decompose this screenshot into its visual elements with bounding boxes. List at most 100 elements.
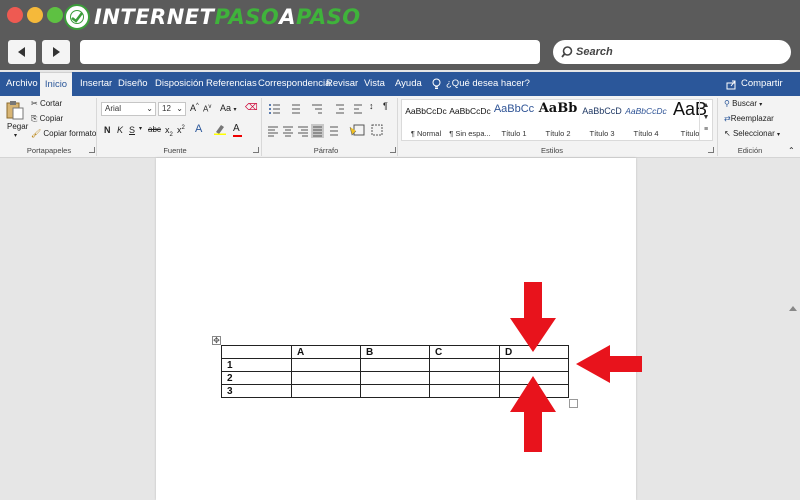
- paste-button[interactable]: Pegar ▾: [6, 100, 28, 140]
- ribbon-home: Pegar ▾ ✂ Cortar ⎘ Copiar 🖌 Copiar forma…: [0, 96, 800, 158]
- forward-button[interactable]: [42, 40, 70, 64]
- chevron-down-icon: ⌄: [176, 104, 183, 113]
- table-resize-handle[interactable]: [569, 399, 578, 408]
- tab-disposicion[interactable]: Disposición: [155, 72, 204, 96]
- clipboard-launcher[interactable]: [89, 147, 95, 153]
- styles-launcher[interactable]: [708, 147, 714, 153]
- font-name-value: Arial: [105, 104, 122, 113]
- tab-revisar[interactable]: Revisar: [326, 72, 358, 96]
- share-button[interactable]: Compartir: [726, 72, 783, 96]
- change-case-button[interactable]: Aa ▾: [220, 103, 237, 113]
- font-launcher[interactable]: [253, 147, 259, 153]
- style-heading2[interactable]: AaBb Título 2: [536, 100, 580, 142]
- table-cell[interactable]: C: [429, 345, 500, 359]
- table-cell[interactable]: 1: [221, 358, 292, 372]
- style-preview: AaBbCc: [493, 103, 535, 115]
- subscript-button[interactable]: x2: [165, 125, 173, 138]
- font-color-button[interactable]: A: [233, 123, 242, 137]
- style-name: Título 2: [545, 129, 571, 138]
- grow-font-button[interactable]: A^: [190, 103, 199, 113]
- font-name-select[interactable]: Arial ⌄: [101, 102, 156, 116]
- search-label: Search: [576, 46, 613, 58]
- table-cell[interactable]: [291, 371, 361, 385]
- back-button[interactable]: [8, 40, 36, 64]
- close-window-button[interactable]: [7, 7, 23, 23]
- tab-insertar[interactable]: Insertar: [80, 72, 112, 96]
- underline-button[interactable]: S: [129, 125, 135, 135]
- style-name: ¶ Normal: [410, 129, 442, 138]
- tab-diseno[interactable]: Diseño: [118, 72, 148, 96]
- paste-dropdown-icon: ▾: [14, 133, 18, 139]
- bold-button[interactable]: N: [104, 125, 111, 135]
- tab-vista[interactable]: Vista: [364, 72, 385, 96]
- style-heading1[interactable]: AaBbCc Título 1: [492, 100, 536, 142]
- table-cell[interactable]: [429, 384, 500, 398]
- shrink-font-button[interactable]: Av: [203, 104, 211, 114]
- italic-button[interactable]: K: [117, 125, 123, 135]
- maximize-window-button[interactable]: [47, 7, 63, 23]
- ribbon-separator: [397, 98, 398, 156]
- tab-archivo[interactable]: Archivo: [6, 72, 38, 96]
- table-cell[interactable]: [429, 371, 500, 385]
- logo-text-paso1: PASO: [214, 5, 280, 29]
- tab-correspondencia[interactable]: Correspondencia: [258, 72, 330, 96]
- style-preview: AaBbCcDc: [625, 106, 667, 116]
- table-cell[interactable]: 2: [221, 371, 292, 385]
- table-cell[interactable]: [291, 358, 361, 372]
- style-heading4[interactable]: AaBbCcDc Título 4: [624, 100, 668, 142]
- search-box[interactable]: Search: [553, 40, 791, 64]
- select-button[interactable]: ↖ Seleccionar ▾: [724, 129, 780, 138]
- underline-dropdown-icon[interactable]: ▾: [139, 125, 142, 132]
- table-cell[interactable]: [499, 358, 569, 372]
- document-page[interactable]: [156, 158, 636, 500]
- cut-button[interactable]: ✂ Cortar: [31, 99, 62, 108]
- copy-button[interactable]: ⎘ Copiar: [31, 114, 63, 124]
- scroll-up-icon[interactable]: [789, 306, 797, 311]
- table-cell[interactable]: [360, 358, 430, 372]
- table-cell[interactable]: A: [291, 345, 361, 359]
- style-normal[interactable]: AaBbCcDc ¶ Normal: [404, 100, 448, 142]
- cursor-icon: ↖: [724, 129, 731, 138]
- text-effects-icon[interactable]: A: [195, 123, 202, 135]
- table-cell[interactable]: [221, 345, 292, 359]
- table-move-handle-icon[interactable]: ✥: [212, 336, 221, 345]
- font-color-icon: A: [233, 123, 240, 134]
- format-painter-label: Copiar formato: [43, 129, 97, 138]
- tell-me-box[interactable]: ¿Qué desea hacer?: [432, 72, 530, 96]
- clear-format-icon[interactable]: ⌫: [245, 102, 258, 113]
- superscript-button[interactable]: x2: [177, 125, 185, 135]
- highlight-color-button[interactable]: [214, 123, 226, 137]
- styles-scroll[interactable]: ▲ ▼ ≡: [699, 100, 712, 140]
- vertical-scrollbar[interactable]: [787, 158, 800, 500]
- tab-referencias[interactable]: Referencias: [206, 72, 257, 96]
- search-icon: [561, 46, 573, 58]
- table-cell[interactable]: [360, 371, 430, 385]
- url-input[interactable]: [80, 40, 540, 64]
- clipboard-group-label: Portapapeles: [26, 146, 72, 155]
- document-area: [0, 158, 800, 500]
- paragraph-launcher[interactable]: [390, 147, 396, 153]
- sort-icon[interactable]: ↕: [369, 101, 374, 111]
- arrow-left-icon: [18, 47, 25, 57]
- tell-me-label: ¿Qué desea hacer?: [446, 78, 530, 89]
- minimize-window-button[interactable]: [27, 7, 43, 23]
- tab-ayuda[interactable]: Ayuda: [395, 72, 422, 96]
- find-button[interactable]: ⚲ Buscar ▾: [724, 99, 762, 108]
- ribbon-separator: [717, 98, 718, 156]
- show-formatting-button[interactable]: ¶: [383, 101, 388, 111]
- share-label: Compartir: [741, 78, 783, 89]
- logo-text-a: A: [279, 5, 296, 29]
- replace-button[interactable]: ⇄Reemplazar: [724, 114, 774, 123]
- table-cell[interactable]: 3: [221, 384, 292, 398]
- font-size-select[interactable]: 12 ⌄: [158, 102, 186, 116]
- style-heading3[interactable]: AaBbCcD Título 3: [580, 100, 624, 142]
- table-cell[interactable]: [429, 358, 500, 372]
- tab-inicio[interactable]: Inicio: [40, 72, 72, 96]
- format-painter-button[interactable]: 🖌 Copiar formato: [31, 129, 96, 138]
- strikethrough-button[interactable]: abc: [148, 125, 161, 134]
- table-cell[interactable]: [360, 384, 430, 398]
- style-no-spacing[interactable]: AaBbCcDc ¶ Sin espa...: [448, 100, 492, 142]
- collapse-ribbon-icon[interactable]: ⌃: [788, 146, 795, 155]
- table-cell[interactable]: B: [360, 345, 430, 359]
- table-cell[interactable]: [291, 384, 361, 398]
